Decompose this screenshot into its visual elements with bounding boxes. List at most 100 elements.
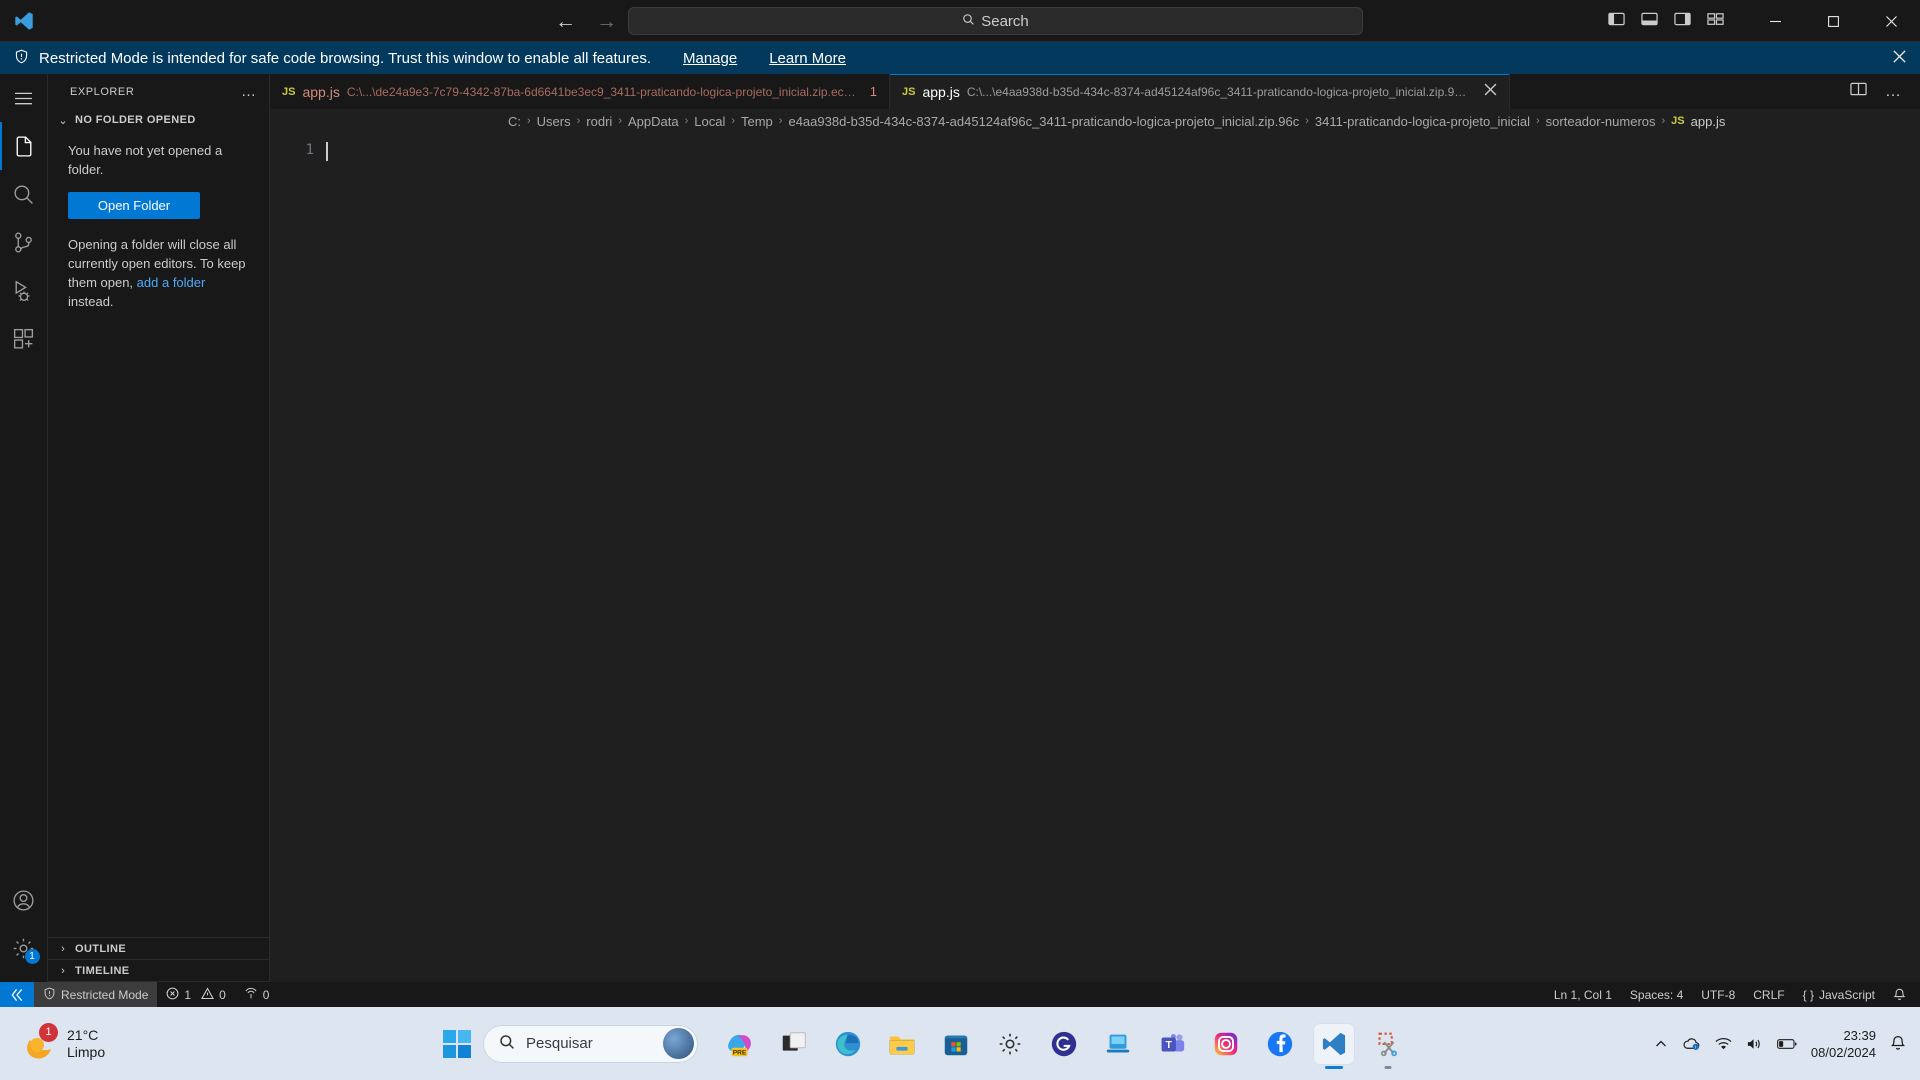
editor-tab-1[interactable]: JS app.js C:\...\de24a9e3-7c79-4342-87ba… [270,74,890,109]
breadcrumb-item-2[interactable]: rodri [586,114,612,129]
breadcrumb-item-5[interactable]: Temp [741,114,773,129]
toggle-panel-icon[interactable] [1641,11,1658,32]
outline-section[interactable]: › OUTLINE [48,938,269,960]
menu-button[interactable] [0,74,48,122]
onedrive-icon[interactable]: i [1682,1036,1701,1051]
toggle-primary-sidebar-icon[interactable] [1608,11,1625,32]
breadcrumb-item-1[interactable]: Users [537,114,571,129]
breadcrumb-item-7[interactable]: 3411-praticando-logica-projeto_inicial [1315,114,1530,129]
taskbar-app-remote-desktop[interactable] [1098,1024,1138,1064]
running-indicator [1325,1065,1343,1069]
banner-manage-link[interactable]: Manage [683,50,737,67]
taskbar-app-grammarly[interactable] [1044,1024,1084,1064]
sidebar-item-search[interactable] [0,170,48,218]
taskbar-app-file-explorer[interactable] [882,1024,922,1064]
sidebar-item-extensions[interactable] [0,314,48,362]
clock-time: 23:39 [1843,1027,1876,1043]
taskbar-search-box[interactable]: Pesquisar [483,1024,698,1063]
add-a-folder-link[interactable]: add a folder [137,275,206,290]
wifi-icon[interactable] [1715,1037,1732,1051]
banner-message: Restricted Mode is intended for safe cod… [39,49,651,67]
close-button[interactable] [1862,0,1920,42]
window-controls [1746,0,1920,42]
timeline-section[interactable]: › TIMELINE [48,960,269,982]
taskbar-app-facebook[interactable] [1260,1024,1300,1064]
maximize-button[interactable] [1804,0,1862,42]
restricted-mode-status[interactable]: Restricted Mode [34,982,158,1007]
command-center-search[interactable]: Search [628,7,1363,35]
tab-file-path: C:\...\e4aa938d-b35d-434c-8374-ad45124af… [966,84,1467,99]
taskbar-app-settings[interactable] [990,1024,1030,1064]
open-folder-hint: Opening a folder will close all currentl… [68,235,249,311]
taskbar-app-copilot[interactable]: PRE [720,1024,760,1064]
navigation-arrows: ← → [555,0,617,42]
taskbar-clock[interactable]: 23:39 08/02/2024 [1811,1027,1876,1061]
sun-icon: 1 [22,1022,58,1062]
taskbar-app-microsoft-teams[interactable]: T [1152,1024,1192,1064]
taskbar-app-microsoft-edge[interactable] [828,1024,868,1064]
notifications-bell-icon[interactable] [1884,982,1920,1007]
encoding-status[interactable]: UTF-8 [1692,982,1744,1007]
svg-text:PRE: PRE [733,1049,747,1056]
warning-count: 0 [219,987,226,1002]
running-indicator [1384,1065,1392,1069]
taskbar-app-instagram[interactable] [1206,1024,1246,1064]
breadcrumb-item-4[interactable]: Local [694,114,725,129]
sidebar-item-explorer[interactable] [0,122,48,170]
taskbar-app-visual-studio-code[interactable] [1314,1023,1354,1069]
warning-icon [201,986,215,1003]
text-cursor [326,142,328,161]
taskbar-app-microsoft-store[interactable] [936,1024,976,1064]
weather-description: Limpo [67,1043,106,1060]
code-content[interactable] [326,133,1920,982]
eol-status[interactable]: CRLF [1744,982,1793,1007]
breadcrumb-item-0[interactable]: C: [508,114,521,129]
weather-widget[interactable]: 1 21°C Limpo [0,1022,106,1062]
no-folder-opened-section[interactable]: ⌄ NO FOLDER OPENED [48,109,269,131]
tab-file-path: C:\...\de24a9e3-7c79-4342-87ba-6d6641be3… [346,84,858,99]
toggle-secondary-sidebar-icon[interactable] [1674,11,1691,32]
js-file-icon: JS [902,85,916,98]
minimize-button[interactable] [1746,0,1804,42]
tab-close-icon[interactable] [1484,83,1497,100]
banner-learn-more-link[interactable]: Learn More [769,50,846,67]
sidebar-item-source-control[interactable] [0,218,48,266]
more-actions-icon[interactable]: … [1885,83,1902,101]
speaker-icon[interactable] [1746,1037,1763,1051]
breadcrumb-item-8[interactable]: sorteador-numeros [1546,114,1656,129]
notification-bell-icon[interactable] [1890,1035,1906,1052]
ports-icon [244,987,258,1003]
problems-status[interactable]: 1 0 [157,982,234,1007]
editor-tab-2[interactable]: JS app.js C:\...\e4aa938d-b35d-434c-8374… [890,74,1510,109]
tab-file-name: app.js [922,83,960,100]
code-editor[interactable]: 1 [270,133,1920,982]
battery-icon[interactable] [1777,1038,1797,1050]
forward-button[interactable]: → [596,11,617,32]
account-icon[interactable] [0,876,48,924]
indentation-status[interactable]: Spaces: 4 [1621,982,1692,1007]
no-folder-opened-label: NO FOLDER OPENED [75,114,196,126]
open-folder-button[interactable]: Open Folder [68,192,200,219]
remote-window-indicator[interactable] [0,982,34,1007]
language-mode-status[interactable]: { } JavaScript [1794,982,1884,1007]
shield-icon [14,49,29,68]
start-button[interactable] [443,1029,471,1058]
taskbar-center: Pesquisar PRE T [443,1023,1408,1069]
sidebar-more-actions-icon[interactable]: … [241,83,257,100]
taskbar-search-placeholder: Pesquisar [526,1035,593,1052]
ports-status[interactable]: 0 [235,982,279,1007]
breadcrumb-item-6[interactable]: e4aa938d-b35d-434c-8374-ad45124af96c_341… [788,114,1299,129]
split-editor-icon[interactable] [1850,81,1867,102]
back-button[interactable]: ← [555,11,576,32]
banner-close-icon[interactable] [1893,48,1906,68]
chevron-up-icon[interactable] [1654,1037,1668,1051]
breadcrumb-file-name[interactable]: app.js [1691,114,1726,129]
taskbar-app-snipping-tool[interactable] [1368,1024,1408,1069]
customize-layout-icon[interactable] [1707,11,1724,32]
chevron-down-icon: ⌄ [58,114,68,127]
breadcrumb-item-3[interactable]: AppData [628,114,679,129]
cursor-position-status[interactable]: Ln 1, Col 1 [1545,982,1621,1007]
sidebar-item-run-debug[interactable] [0,266,48,314]
settings-gear-icon[interactable]: 1 [0,924,48,972]
taskbar-app-task-view[interactable] [774,1024,814,1064]
